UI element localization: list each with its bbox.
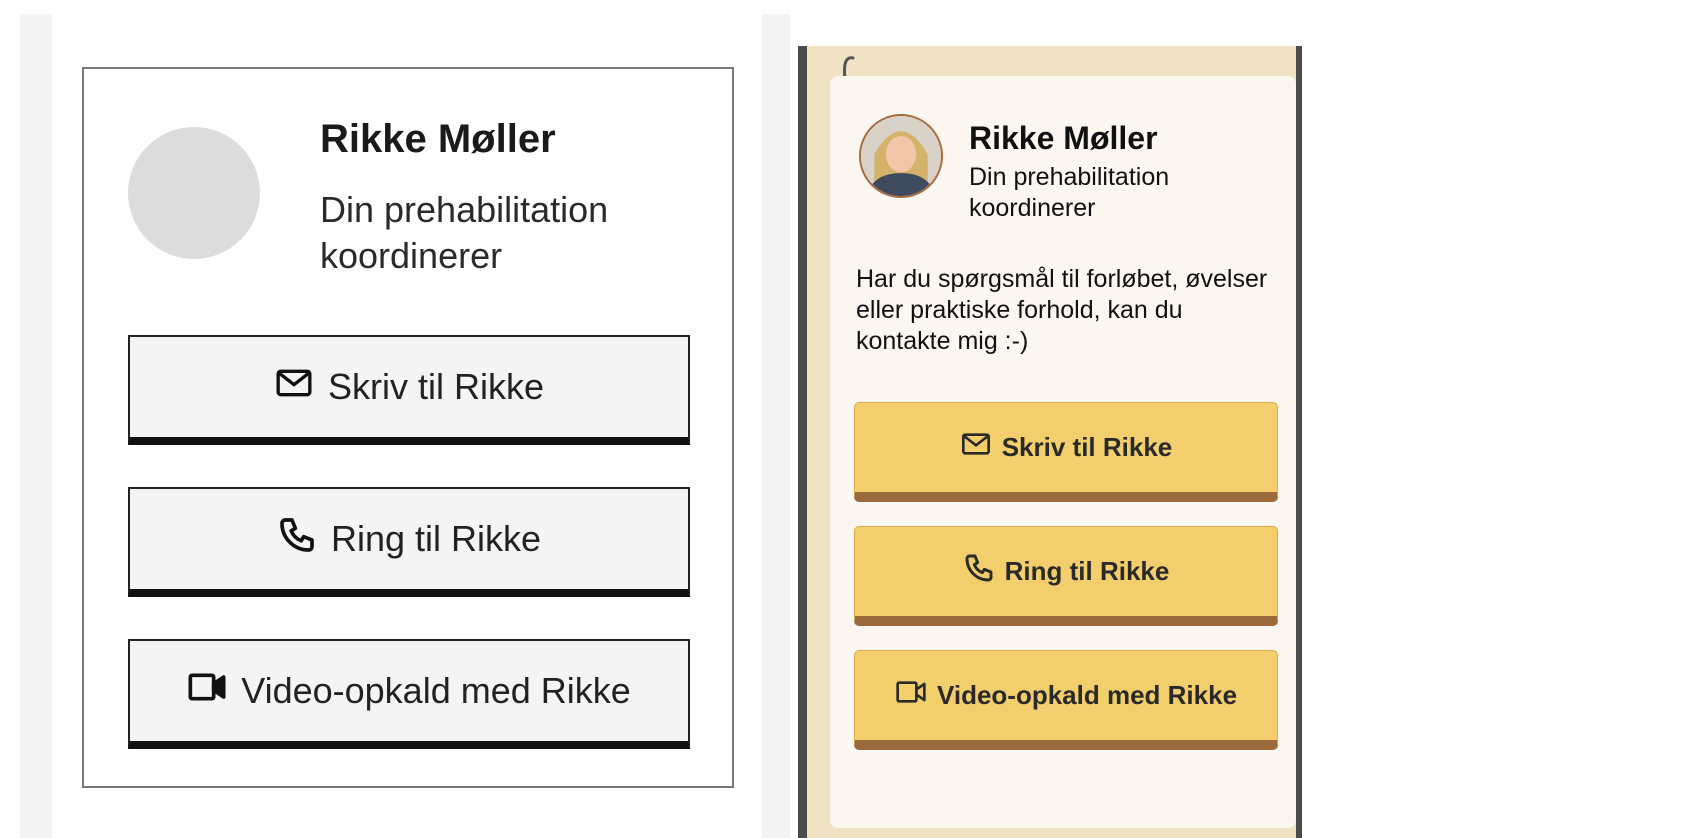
wireframe-margin-left [20, 14, 52, 838]
contact-photo [859, 114, 943, 198]
contact-role-styled: Din prehabilitation koordinerer [969, 163, 1170, 222]
call-button-styled-label: Ring til Rikke [1004, 556, 1170, 586]
contact-name-styled: Rikke Møller [969, 120, 1158, 156]
contact-name: Rikke Møller [320, 117, 556, 161]
write-button-label: Skriv til Rikke [327, 366, 545, 407]
video-call-button-styled[interactable]: Video-opkald med Rikke [854, 650, 1278, 750]
write-button-styled-label: Skriv til Rikke [1001, 432, 1173, 462]
video-camera-icon [187, 667, 227, 716]
contact-message: Har du spørgsmål til forløbet, øvelser e… [856, 265, 1268, 355]
contact-role: Din prehabilitation koordinerer [320, 189, 609, 276]
write-button-styled[interactable]: Skriv til Rikke [854, 402, 1278, 502]
video-call-button-label: Video-opkald med Rikke [241, 670, 631, 711]
video-call-button-styled-label: Video-opkald med Rikke [936, 680, 1238, 710]
styled-phone-frame: Rikke Møller Din prehabilitation koordin… [798, 46, 1302, 838]
contact-panel: Rikke Møller Din prehabilitation koordin… [830, 76, 1296, 828]
wireframe-margin-right [762, 14, 790, 838]
call-button-label: Ring til Rikke [330, 518, 542, 559]
video-camera-icon [895, 676, 927, 715]
write-button[interactable]: Skriv til Rikke [128, 335, 690, 445]
mail-icon [274, 363, 314, 412]
video-call-button[interactable]: Video-opkald med Rikke [128, 639, 690, 749]
mail-icon [960, 428, 992, 467]
call-button[interactable]: Ring til Rikke [128, 487, 690, 597]
phone-icon [963, 552, 995, 591]
wireframe-contact-card: Rikke Møller Din prehabilitation koordin… [82, 67, 734, 788]
call-button-styled[interactable]: Ring til Rikke [854, 526, 1278, 626]
phone-icon [277, 515, 317, 564]
avatar-placeholder [128, 127, 260, 259]
